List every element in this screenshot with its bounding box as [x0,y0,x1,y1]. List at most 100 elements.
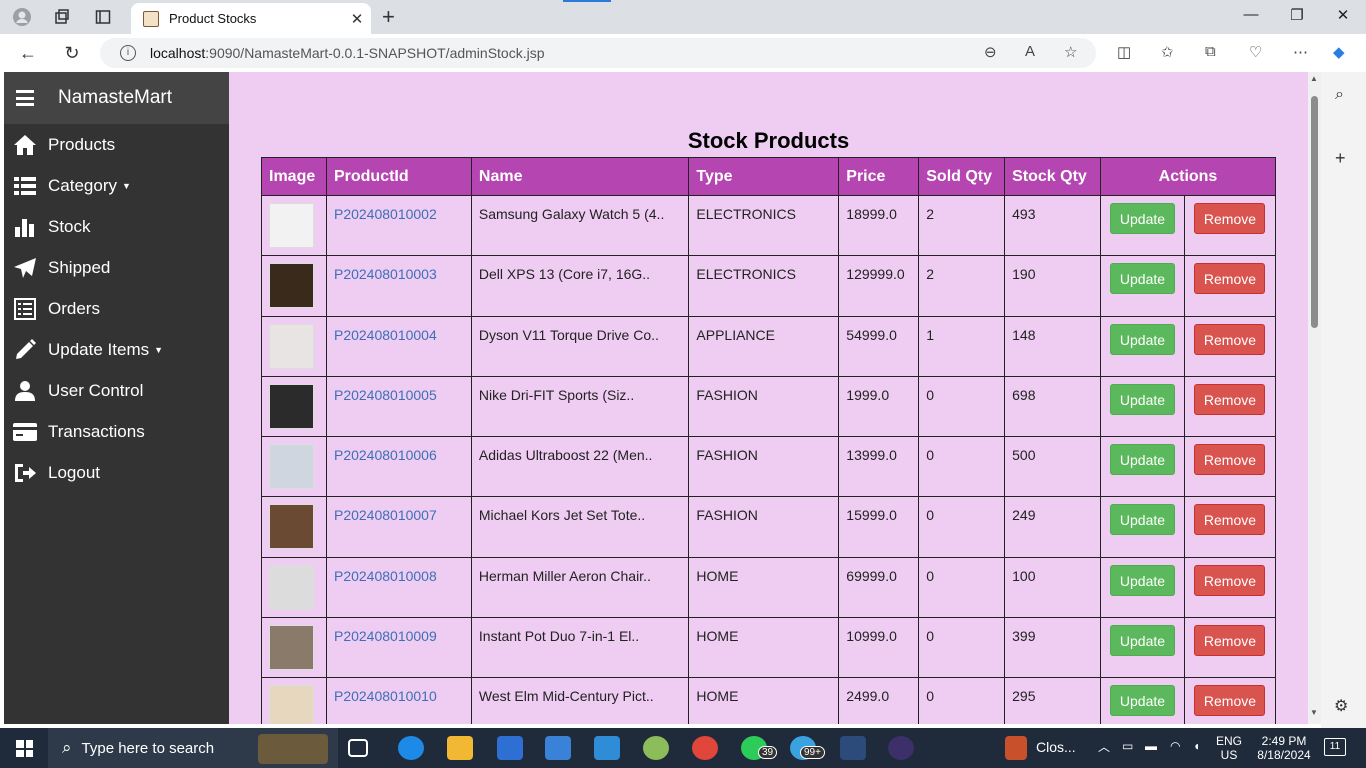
update-button[interactable]: Update [1109,203,1175,234]
product-id-link[interactable]: P202408010007 [334,507,437,523]
minimize-icon[interactable]: — [1228,6,1274,23]
tab-actions-icon[interactable] [93,7,113,27]
product-thumbnail [269,444,314,490]
profile-icon[interactable] [12,7,32,27]
close-tab-icon[interactable]: ✕ [343,10,371,28]
site-info-icon[interactable]: i [120,45,136,61]
add-sidebar-app-icon[interactable]: + [1335,148,1346,169]
product-id-link[interactable]: P202408010003 [334,266,437,282]
scrollbar-thumb[interactable] [1311,96,1318,328]
tray-expand-icon[interactable]: ︿ [1098,740,1110,754]
sidebar-item-shipped[interactable]: Shipped [4,247,229,288]
remove-button[interactable]: Remove [1194,203,1266,234]
weather-closing-icon[interactable] [1005,736,1027,760]
remove-button[interactable]: Remove [1194,263,1266,295]
language-indicator[interactable]: ENG US [1214,734,1244,762]
edge-app-icon[interactable] [398,736,424,760]
refresh-icon[interactable]: ↻ [61,42,83,64]
clock-time: 2:49 PM [1261,734,1307,748]
update-button[interactable]: Update [1109,504,1175,536]
workspaces-icon[interactable] [52,7,72,27]
remove-button[interactable]: Remove [1194,504,1266,536]
network-icon[interactable]: ▭ [1122,739,1133,753]
product-id-link[interactable]: P202408010006 [334,447,437,463]
sidebar-item-update-items[interactable]: Update Items ▼ [4,329,229,370]
microsoft-store-icon[interactable] [497,736,523,760]
image-cell [261,194,327,257]
sidebar-item-transactions[interactable]: Transactions [4,411,229,452]
collections-icon[interactable]: ⧉ [1205,43,1216,60]
update-button[interactable]: Update [1109,263,1175,295]
favorites-icon[interactable]: ✩ [1161,43,1174,61]
product-thumbnail [269,263,314,309]
split-screen-icon[interactable]: ◫ [1117,43,1131,61]
file-explorer-icon[interactable] [447,736,473,760]
scroll-down-icon[interactable]: ▼ [1310,708,1318,717]
sidebar-search-icon[interactable]: ⌕ [1335,86,1344,104]
close-window-icon[interactable]: ✕ [1320,6,1366,24]
product-name-cell: Adidas Ultraboost 22 (Men.. [470,436,690,498]
notifications-icon[interactable]: 11 [1324,738,1346,756]
tab-product-stocks[interactable]: Product Stocks ✕ [131,3,371,34]
sidebar-item-category[interactable]: Category ▼ [4,165,229,206]
product-id-link[interactable]: P202408010010 [334,688,437,704]
windows-start-icon[interactable] [16,740,33,757]
sidebar-item-logout[interactable]: Logout [4,452,229,493]
remove-button[interactable]: Remove [1194,685,1266,717]
product-type-cell: FASHION [688,436,840,498]
zoom-out-icon[interactable]: ⊖ [984,43,997,61]
task-view-icon[interactable] [348,739,368,757]
read-aloud-icon[interactable]: A [1025,43,1035,60]
remove-button[interactable]: Remove [1194,444,1266,476]
eclipse-icon[interactable] [888,736,914,760]
productid-cell: P202408010007 [325,496,472,558]
wifi-icon[interactable]: ◠ [1170,739,1180,753]
mail-icon[interactable] [545,736,571,760]
restore-icon[interactable]: ❐ [1274,6,1320,24]
update-button[interactable]: Update [1109,383,1175,415]
url-field[interactable]: i localhost:9090/NamasteMart-0.0.1-SNAPS… [100,38,1096,68]
menu-hamburger-icon[interactable] [16,90,34,106]
remove-button[interactable]: Remove [1194,323,1266,355]
product-id-link[interactable]: P202408010002 [334,206,437,222]
list-icon [13,174,37,198]
taskbar-search-box[interactable]: ⌕ Type here to search [48,728,338,768]
browser-essentials-icon[interactable]: ♡ [1249,43,1262,61]
more-options-icon[interactable]: ⋯ [1293,43,1308,61]
sidebar-item-orders[interactable]: Orders [4,288,229,329]
stock-qty-cell: 295 [1004,677,1101,724]
remove-button[interactable]: Remove [1194,383,1266,415]
vs-app-icon[interactable] [840,736,866,760]
update-button[interactable]: Update [1109,323,1175,355]
remove-button[interactable]: Remove [1194,625,1266,657]
scroll-up-icon[interactable]: ▲ [1310,74,1318,83]
sidebar-item-products[interactable]: Products [4,124,229,165]
vscode-icon[interactable] [594,736,620,760]
closing-label[interactable]: Clos... [1036,740,1076,754]
update-button[interactable]: Update [1109,564,1175,596]
new-tab-icon[interactable]: + [382,4,395,30]
update-button[interactable]: Update [1109,685,1175,717]
update-button[interactable]: Update [1109,625,1175,657]
update-button[interactable]: Update [1109,444,1175,476]
battery-icon[interactable]: ▬ [1145,739,1157,753]
image-cell [261,496,327,558]
remove-button[interactable]: Remove [1194,564,1266,596]
back-icon[interactable]: ← [17,42,39,64]
paint-icon[interactable] [643,736,669,760]
sidebar-settings-icon[interactable]: ⚙ [1334,696,1348,716]
volume-icon[interactable]: ◖ [1193,739,1200,753]
product-id-link[interactable]: P202408010005 [334,387,437,403]
product-id-link[interactable]: P202408010009 [334,628,437,644]
favorite-star-icon[interactable]: ☆ [1064,43,1077,61]
sidebar-item-user-control[interactable]: User Control [4,370,229,411]
product-id-link[interactable]: P202408010004 [334,327,437,343]
page-scrollbar[interactable]: ▲ ▼ [1308,72,1321,724]
sidebar-item-stock[interactable]: Stock [4,206,229,247]
clock[interactable]: 2:49 PM 8/18/2024 [1251,734,1317,762]
remove-cell: Remove [1183,255,1277,317]
chrome-icon[interactable] [692,736,718,760]
brand-name[interactable]: NamasteMart [58,87,172,109]
product-id-link[interactable]: P202408010008 [334,568,437,584]
copilot-icon[interactable]: ◆ [1333,43,1345,61]
